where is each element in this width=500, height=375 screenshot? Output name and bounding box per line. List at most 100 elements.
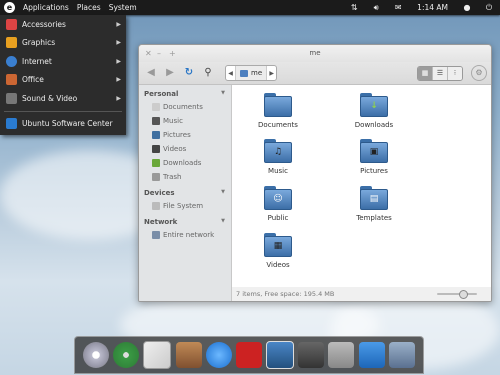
menu-item-software-center[interactable]: Ubuntu Software Center (0, 115, 126, 134)
dictionary-icon[interactable] (235, 342, 262, 368)
clock[interactable]: 1:14 AM (417, 3, 448, 12)
mail-icon[interactable]: ✉ (392, 2, 404, 13)
path-forward-icon[interactable]: ▶ (267, 70, 276, 77)
home-folder-icon (240, 69, 248, 77)
mail-icon[interactable] (143, 341, 172, 369)
menu-item-label: Office (22, 75, 44, 85)
software-center-icon[interactable] (358, 342, 385, 368)
folder-public[interactable]: ☺ Public (246, 186, 310, 222)
maximize-icon[interactable]: + (169, 45, 176, 62)
menu-item-label: Graphics (22, 38, 56, 48)
menu-item-accessories[interactable]: Accessories ▶ (0, 15, 126, 34)
view-mode-group: ▦ ☰ ⁝ (417, 65, 463, 81)
text-editor-icon[interactable] (298, 342, 325, 368)
documents-icon (152, 103, 160, 111)
menu-item-graphics[interactable]: Graphics ▶ (0, 34, 126, 53)
sound-video-icon (6, 92, 17, 104)
folder-videos[interactable]: ▦ Videos (246, 233, 310, 269)
list-view-icon[interactable]: ☰ (432, 66, 447, 80)
file-view[interactable]: Documents ↓ Downloads ♫ Music ▣ Pictures… (232, 85, 491, 287)
reload-icon[interactable]: ↻ (181, 65, 197, 81)
icon-view-icon[interactable]: ▦ (418, 66, 432, 80)
trash-icon (152, 173, 160, 181)
menu-item-internet[interactable]: Internet ▶ (0, 52, 126, 71)
file-manager-icon[interactable] (388, 342, 415, 368)
compact-view-icon[interactable]: ⁝ (447, 66, 462, 80)
elementary-logo-icon[interactable]: e (4, 2, 15, 13)
status-text: 7 items, Free space: 195.4 MB (236, 290, 335, 298)
folder-pictures[interactable]: ▣ Pictures (342, 139, 406, 175)
public-folder-icon: ☺ (264, 186, 292, 210)
minimize-icon[interactable]: – (157, 45, 161, 62)
collapse-arrow-icon[interactable]: ▼ (221, 90, 225, 98)
music-folder-icon: ♫ (264, 139, 292, 163)
safari-compass-icon[interactable] (113, 342, 140, 368)
sidebar-header-personal[interactable]: Personal ▼ (139, 85, 231, 100)
office-icon (6, 74, 17, 86)
downloads-folder-icon: ↓ (360, 93, 388, 117)
search-icon[interactable]: ⚲ (200, 65, 216, 81)
drive-icon (152, 202, 160, 210)
folder-documents[interactable]: Documents (246, 93, 310, 129)
software-center-icon (6, 118, 17, 130)
pictures-icon (152, 131, 160, 139)
folder-music[interactable]: ♫ Music (246, 139, 310, 175)
sidebar-item-downloads[interactable]: Downloads (139, 156, 231, 170)
menu-system[interactable]: System (105, 3, 141, 12)
sidebar-header-network[interactable]: Network ▼ (139, 213, 231, 228)
collapse-arrow-icon[interactable]: ▼ (221, 189, 225, 197)
menu-item-label: Accessories (22, 19, 66, 29)
sidebar-item-videos[interactable]: Videos (139, 142, 231, 156)
menu-applications[interactable]: Applications (19, 3, 73, 12)
network-icon[interactable]: ⇅ (348, 2, 360, 13)
sidebar-item-entire-network[interactable]: Entire network (139, 228, 231, 242)
breadcrumb[interactable]: me (235, 66, 268, 80)
menu-item-office[interactable]: Office ▶ (0, 71, 126, 90)
window-titlebar[interactable]: ✕ – + me (139, 45, 491, 62)
submenu-arrow-icon: ▶ (116, 94, 121, 102)
zoom-slider[interactable] (437, 290, 477, 299)
internet-icon (6, 55, 17, 67)
templates-folder-icon: ▤ (360, 186, 388, 210)
pictures-folder-icon: ▣ (360, 139, 388, 163)
document-editor-icon[interactable] (328, 342, 355, 368)
menu-separator (4, 110, 122, 112)
sidebar-header-devices[interactable]: Devices ▼ (139, 184, 231, 199)
file-manager-window: ✕ – + me ◀ ▶ ↻ ⚲ ◀ me ▶ ▦ ☰ ⁝ ⚙ Personal… (138, 44, 492, 302)
location-bar[interactable]: ◀ me ▶ (225, 65, 278, 81)
submenu-arrow-icon: ▶ (116, 39, 121, 47)
sidebar-item-documents[interactable]: Documents (139, 100, 231, 114)
videos-icon (152, 145, 160, 153)
folder-downloads[interactable]: ↓ Downloads (342, 93, 406, 129)
collapse-arrow-icon[interactable]: ▼ (221, 218, 225, 226)
folder-icon (264, 93, 292, 117)
sidebar-item-file-system[interactable]: File System (139, 199, 231, 213)
downloads-icon (152, 159, 160, 167)
power-icon[interactable]: ⏻ (483, 2, 495, 13)
top-panel: e Applications Places System ⇅ 🔊︎ ✉ 1:14… (0, 0, 500, 15)
sidebar-item-pictures[interactable]: Pictures (139, 128, 231, 142)
sidebar: Personal ▼ Documents Music Pictures Video… (139, 85, 232, 301)
back-icon[interactable]: ◀ (143, 65, 159, 81)
disc-burner-icon[interactable] (83, 342, 110, 368)
graphics-icon (6, 37, 17, 49)
user-icon[interactable]: ● (461, 2, 473, 13)
folder-templates[interactable]: ▤ Templates (342, 186, 406, 222)
menu-places[interactable]: Places (73, 3, 105, 12)
contacts-icon[interactable] (175, 342, 202, 368)
submenu-arrow-icon: ▶ (116, 20, 121, 28)
path-back-icon[interactable]: ◀ (226, 70, 235, 77)
sidebar-item-music[interactable]: Music (139, 114, 231, 128)
photos-icon[interactable] (266, 341, 295, 369)
menu-item-sound-video[interactable]: Sound & Video ▶ (0, 89, 126, 108)
applications-menu: Accessories ▶ Graphics ▶ Internet ▶ Offi… (0, 15, 126, 135)
forward-icon[interactable]: ▶ (162, 65, 178, 81)
chat-icon[interactable] (205, 342, 232, 368)
close-icon[interactable]: ✕ (145, 45, 152, 62)
toolbar: ◀ ▶ ↻ ⚲ ◀ me ▶ ▦ ☰ ⁝ ⚙ (139, 62, 491, 85)
network-icon (152, 231, 160, 239)
gear-icon[interactable]: ⚙ (471, 65, 487, 81)
volume-icon[interactable]: 🔊︎ (370, 2, 382, 13)
sidebar-item-trash[interactable]: Trash (139, 170, 231, 184)
zoom-slider-handle[interactable] (459, 290, 468, 299)
